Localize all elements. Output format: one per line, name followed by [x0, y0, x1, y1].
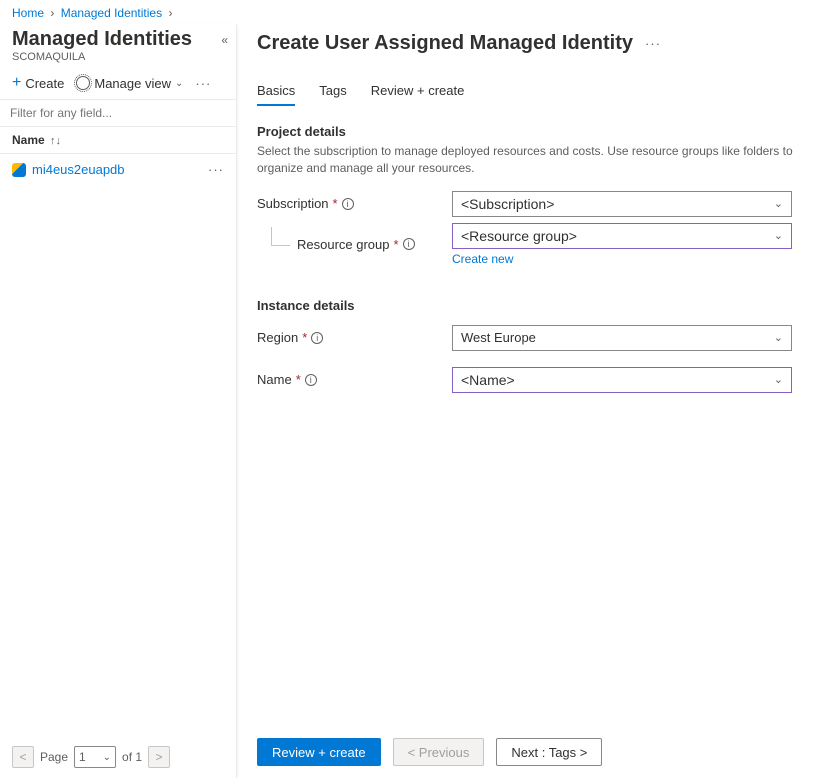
- chevron-down-icon: ⌄: [103, 752, 111, 763]
- page-value: 1: [79, 750, 86, 764]
- chevron-down-icon: ⌄: [774, 331, 783, 344]
- manage-view-button[interactable]: Manage view ⌄: [76, 76, 183, 91]
- subscription-select[interactable]: <Subscription> ⌄: [452, 191, 792, 217]
- name-label: Name: [257, 372, 292, 387]
- managed-identity-icon: [12, 163, 26, 177]
- chevron-down-icon: ⌄: [774, 197, 783, 210]
- pagination: < Page 1 ⌄ of 1 >: [12, 746, 224, 768]
- chevron-down-icon: ⌄: [774, 229, 783, 242]
- required-indicator: *: [333, 196, 338, 211]
- chevron-right-icon: ›: [168, 6, 172, 20]
- subscription-label: Subscription: [257, 196, 329, 211]
- review-create-button[interactable]: Review + create: [257, 738, 381, 766]
- right-panel: Create User Assigned Managed Identity ··…: [237, 24, 821, 778]
- project-details-desc: Select the subscription to manage deploy…: [257, 143, 801, 177]
- gear-icon: [76, 76, 90, 90]
- breadcrumb-home[interactable]: Home: [12, 6, 44, 20]
- page-label: Page: [40, 750, 68, 764]
- chevron-right-icon: ›: [50, 6, 54, 20]
- left-panel-title: Managed Identities: [12, 28, 192, 51]
- page-select[interactable]: 1 ⌄: [74, 746, 116, 768]
- tab-basics[interactable]: Basics: [257, 83, 295, 106]
- plus-icon: +: [12, 75, 21, 91]
- info-icon[interactable]: i: [305, 374, 317, 386]
- previous-button[interactable]: < Previous: [393, 738, 485, 766]
- sort-arrow-icon: ↑↓: [50, 135, 61, 147]
- resource-group-select[interactable]: <Resource group> ⌄: [452, 223, 792, 249]
- chevron-down-icon: ⌄: [774, 373, 783, 386]
- region-select[interactable]: West Europe ⌄: [452, 325, 792, 351]
- chevron-down-icon: ⌄: [175, 78, 183, 89]
- tabs: Basics Tags Review + create: [257, 83, 801, 106]
- page-title: Create User Assigned Managed Identity: [257, 32, 633, 55]
- info-icon[interactable]: i: [311, 332, 323, 344]
- collapse-panel-icon[interactable]: «: [221, 33, 224, 47]
- toolbar-more-button[interactable]: ···: [195, 76, 211, 91]
- name-value: <Name>: [461, 372, 515, 388]
- info-icon[interactable]: i: [342, 198, 354, 210]
- resource-group-value: <Resource group>: [461, 228, 577, 244]
- create-label: Create: [25, 76, 64, 91]
- required-indicator: *: [302, 330, 307, 345]
- create-new-link[interactable]: Create new: [452, 252, 513, 266]
- breadcrumb: Home › Managed Identities ›: [0, 0, 821, 24]
- subscription-value: <Subscription>: [461, 196, 554, 212]
- list-item[interactable]: mi4eus2euapdb ···: [0, 154, 236, 185]
- row-more-button[interactable]: ···: [208, 162, 224, 177]
- breadcrumb-managed-identities[interactable]: Managed Identities: [61, 6, 162, 20]
- manage-view-label: Manage view: [94, 76, 171, 91]
- resource-group-label: Resource group: [297, 237, 390, 252]
- page-next-button[interactable]: >: [148, 746, 170, 768]
- tab-tags[interactable]: Tags: [319, 83, 346, 106]
- filter-input[interactable]: [8, 100, 228, 126]
- left-panel-subtitle: SCOMAQUILA: [12, 51, 224, 63]
- column-header-name[interactable]: Name ↑↓: [0, 127, 236, 154]
- bottom-bar: Review + create < Previous Next : Tags >: [257, 738, 801, 766]
- info-icon[interactable]: i: [403, 238, 415, 250]
- name-input[interactable]: <Name> ⌄: [452, 367, 792, 393]
- list-item-name: mi4eus2euapdb: [32, 162, 125, 177]
- region-value: West Europe: [461, 330, 536, 345]
- left-panel: Managed Identities « SCOMAQUILA + Create…: [0, 24, 237, 778]
- instance-details-heading: Instance details: [257, 298, 801, 313]
- page-prev-button[interactable]: <: [12, 746, 34, 768]
- page-of-label: of 1: [122, 750, 142, 764]
- create-button[interactable]: + Create: [12, 75, 64, 91]
- required-indicator: *: [296, 372, 301, 387]
- column-header-name-label: Name: [12, 133, 45, 147]
- project-details-heading: Project details: [257, 124, 801, 139]
- required-indicator: *: [394, 237, 399, 252]
- tab-review[interactable]: Review + create: [371, 83, 465, 106]
- page-more-button[interactable]: ···: [645, 36, 661, 51]
- region-label: Region: [257, 330, 298, 345]
- next-button[interactable]: Next : Tags >: [496, 738, 602, 766]
